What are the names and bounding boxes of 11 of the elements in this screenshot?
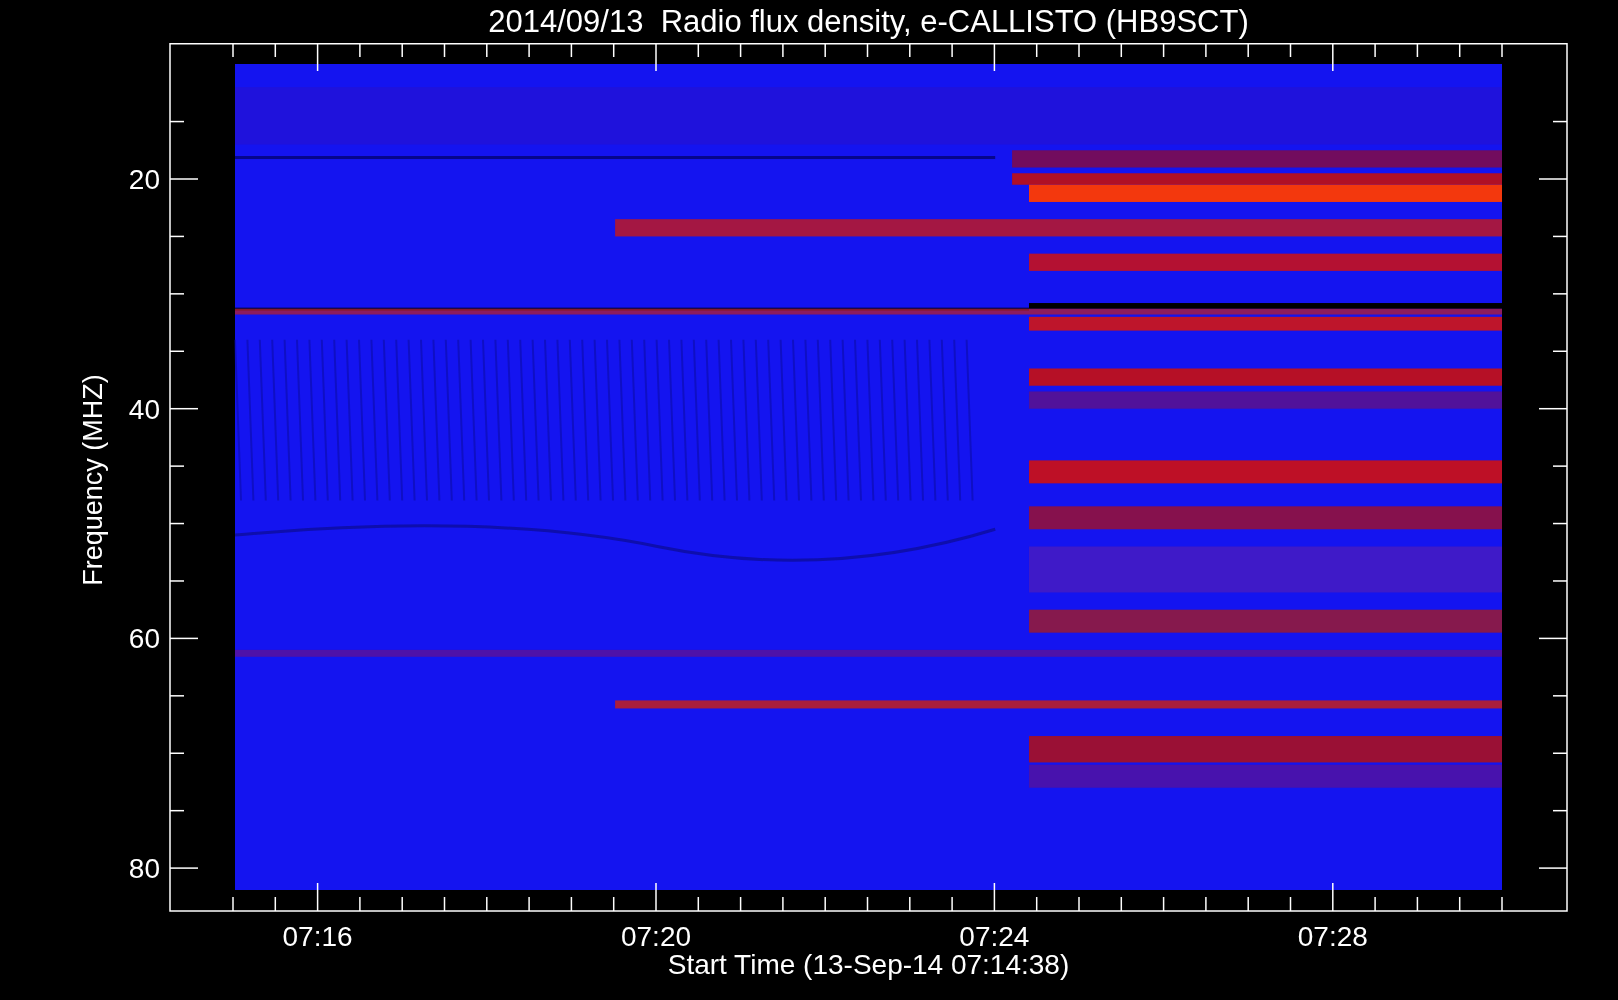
x-tick-label: 07:16 bbox=[282, 921, 353, 951]
x-axis-label: Start Time (13-Sep-14 07:14:38) bbox=[667, 951, 1070, 979]
y-tick-label: 20 bbox=[128, 164, 160, 195]
plot-title: 2014/09/13 Radio flux density, e-CALLISTO (HB9SCT) bbox=[488, 6, 1249, 37]
y-axis-label: Frequency (MHZ) bbox=[78, 374, 108, 586]
y-tick-label: 40 bbox=[128, 393, 160, 425]
y-tick-label: 80 bbox=[128, 853, 160, 885]
x-tick-label: 07:28 bbox=[1297, 921, 1368, 951]
y-tick-label: 60 bbox=[128, 623, 160, 655]
x-tick-label: 07:24 bbox=[959, 921, 1030, 951]
x-tick-label: 07:20 bbox=[620, 921, 692, 951]
